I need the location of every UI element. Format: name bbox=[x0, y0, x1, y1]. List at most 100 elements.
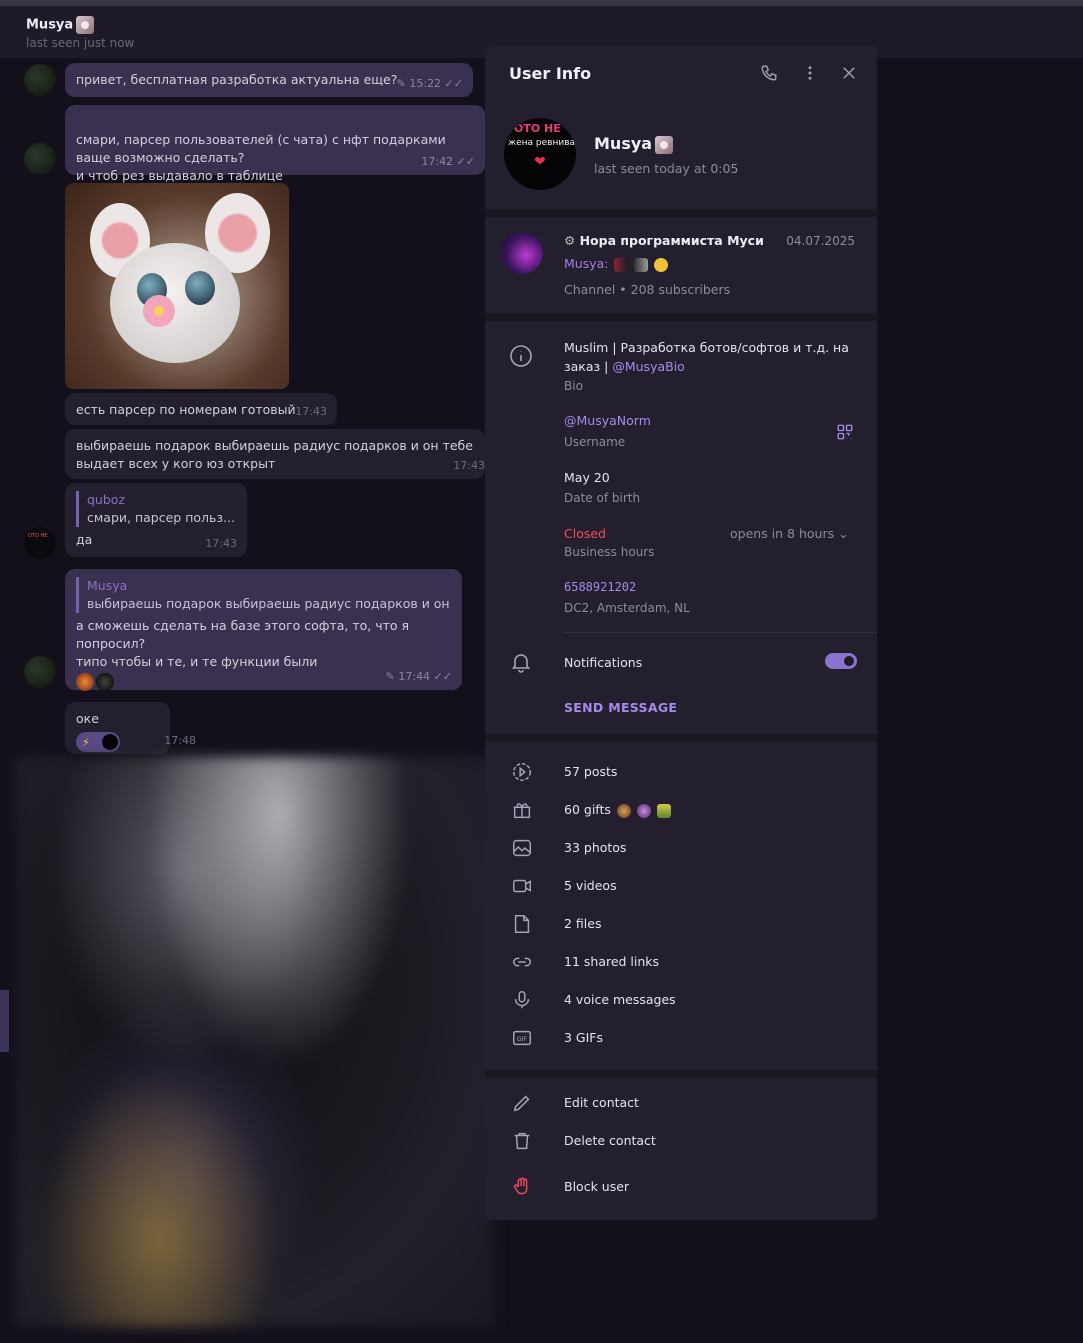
media-row-voice[interactable]: 4 voice messages bbox=[485, 983, 877, 1019]
birthday-label: Date of birth bbox=[564, 491, 641, 505]
notifications-toggle[interactable] bbox=[825, 653, 857, 669]
photo-content bbox=[143, 295, 175, 327]
gift-thumb-icon bbox=[636, 803, 651, 818]
sender-avatar[interactable] bbox=[24, 656, 56, 688]
bio-label: Bio bbox=[564, 379, 583, 393]
chat-title: Musya bbox=[26, 16, 95, 34]
message-bubble[interactable]: выбираешь подарок выбираешь радиус подар… bbox=[65, 429, 485, 479]
media-label: 5 videos bbox=[564, 878, 617, 893]
message-time: 17:43 bbox=[205, 537, 237, 550]
media-thumb-icon bbox=[634, 257, 649, 272]
message-time: ✎ 15:22 ✓✓ bbox=[396, 77, 463, 90]
fire-reaction-icon[interactable] bbox=[76, 673, 94, 691]
delete-contact-button[interactable]: Delete contact bbox=[485, 1124, 877, 1160]
birthday-value: May 20 bbox=[564, 470, 610, 485]
message-bubble[interactable]: есть парсер по номерам готовый 17:43 bbox=[65, 393, 337, 425]
media-row-links[interactable]: 11 shared links bbox=[485, 945, 877, 981]
reply-author: Musya bbox=[87, 578, 128, 593]
media-label: 4 voice messages bbox=[564, 992, 676, 1007]
phone-location: DC2, Amsterdam, NL bbox=[564, 601, 690, 615]
premium-emoji-icon bbox=[655, 135, 674, 154]
action-label: Block user bbox=[564, 1179, 630, 1194]
sender-avatar[interactable] bbox=[24, 143, 56, 175]
media-label: 3 GIFs bbox=[564, 1030, 604, 1045]
media-label: 60 gifts bbox=[564, 802, 671, 818]
media-row-files[interactable]: 2 files bbox=[485, 907, 877, 943]
reactor-avatar bbox=[102, 734, 118, 750]
channel-avatar[interactable] bbox=[501, 232, 543, 274]
photo-message[interactable] bbox=[65, 183, 289, 389]
notifications-label: Notifications bbox=[564, 655, 643, 670]
chevron-down-icon: ⌄ bbox=[838, 526, 849, 541]
username-value[interactable]: @MusyaNorm bbox=[564, 413, 651, 428]
microphone-icon bbox=[511, 989, 533, 1011]
blurred-media[interactable] bbox=[15, 757, 495, 1327]
divider bbox=[564, 632, 877, 633]
pencil-icon bbox=[511, 1092, 533, 1114]
section-separator bbox=[485, 734, 877, 742]
message-time: 17:48 bbox=[164, 734, 196, 747]
section-separator bbox=[485, 1070, 877, 1078]
sender-avatar[interactable]: ОТО НЕ bbox=[24, 527, 56, 559]
more-menu-icon[interactable] bbox=[801, 64, 819, 86]
photo-content bbox=[185, 271, 215, 305]
business-hours-label: Business hours bbox=[564, 545, 655, 559]
phone-call-icon[interactable] bbox=[760, 64, 778, 86]
close-icon[interactable] bbox=[840, 64, 858, 86]
media-row-posts[interactable]: 57 posts bbox=[485, 755, 877, 791]
send-message-button[interactable]: SEND MESSAGE bbox=[564, 700, 677, 715]
gear-icon: ⚙ bbox=[564, 233, 576, 248]
chat-status: last seen just now bbox=[26, 36, 135, 50]
photo-content bbox=[110, 243, 240, 363]
business-hours-status[interactable]: Closed bbox=[564, 526, 606, 541]
scroll-indicator bbox=[0, 990, 9, 1052]
reply-quote[interactable]: Musya выбираешь подарок выбираешь радиус… bbox=[76, 577, 451, 613]
user-info-panel: User Info ОТО НЕ жена ревнивая. ❤ Musya … bbox=[485, 46, 877, 1220]
channel-title[interactable]: ⚙ Нора программиста Муси bbox=[564, 233, 764, 248]
profile-avatar[interactable]: ОТО НЕ жена ревнивая. ❤ bbox=[504, 118, 576, 190]
profile-name: Musya bbox=[594, 134, 674, 154]
message-bubble[interactable]: quboz смари, парсер польз... да 17:43 bbox=[65, 483, 247, 557]
media-row-gifs[interactable]: GIF 3 GIFs bbox=[485, 1021, 877, 1057]
video-icon bbox=[511, 875, 533, 897]
media-label: 57 posts bbox=[564, 764, 618, 779]
trash-icon bbox=[511, 1130, 533, 1152]
media-row-videos[interactable]: 5 videos bbox=[485, 869, 877, 905]
business-hours-opens[interactable]: opens in 8 hours ⌄ bbox=[730, 526, 849, 541]
photo-icon bbox=[511, 837, 533, 859]
media-thumb-icon bbox=[614, 257, 629, 272]
message-time: 17:42 ✓✓ bbox=[421, 155, 475, 168]
link-icon bbox=[511, 951, 533, 973]
message-text: а сможешь сделать на базе этого софта, т… bbox=[76, 618, 410, 669]
section-separator bbox=[485, 313, 877, 321]
message-bubble[interactable]: привет, бесплатная разработка актуальна … bbox=[65, 63, 473, 97]
message-text: привет, бесплатная разработка актуальна … bbox=[76, 72, 398, 87]
bio-link[interactable]: @MusyaBio bbox=[612, 359, 684, 374]
block-user-button[interactable]: Block user bbox=[485, 1170, 877, 1206]
reaction-pill[interactable]: ⚡ bbox=[76, 732, 120, 752]
media-label: 33 photos bbox=[564, 840, 627, 855]
qr-code-icon[interactable] bbox=[836, 423, 854, 441]
channel-last-message[interactable]: Musya: bbox=[564, 256, 669, 272]
edit-contact-button[interactable]: Edit contact bbox=[485, 1086, 877, 1122]
reply-text: смари, парсер польз... bbox=[87, 510, 235, 525]
reply-quote[interactable]: quboz смари, парсер польз... bbox=[76, 491, 236, 527]
avatar-caption: жена ревнивая. bbox=[508, 138, 576, 148]
message-time: 17:43 bbox=[295, 405, 327, 418]
sender-avatar[interactable] bbox=[24, 64, 56, 96]
smile-emoji-icon bbox=[654, 257, 669, 272]
action-label: Edit contact bbox=[564, 1095, 639, 1110]
media-row-gifts[interactable]: 60 gifts bbox=[485, 793, 877, 829]
message-bubble[interactable]: смари, парсер пользователей (с чата) с н… bbox=[65, 105, 485, 183]
media-row-photos[interactable]: 33 photos bbox=[485, 831, 877, 867]
media-label: 2 files bbox=[564, 916, 602, 931]
info-icon bbox=[509, 344, 533, 368]
reply-text: выбираешь подарок выбираешь радиус подар… bbox=[87, 596, 451, 611]
message-bubble[interactable]: оке ⚡ 17:48 bbox=[65, 702, 196, 754]
message-bubble[interactable]: Musya выбираешь подарок выбираешь радиус… bbox=[65, 569, 462, 691]
panel-title: User Info bbox=[509, 64, 592, 83]
premium-emoji-icon bbox=[76, 16, 95, 34]
phone-number[interactable]: 6588921202 bbox=[564, 580, 636, 594]
media-label: 11 shared links bbox=[564, 954, 660, 969]
gift-thumb-icon bbox=[616, 803, 631, 818]
